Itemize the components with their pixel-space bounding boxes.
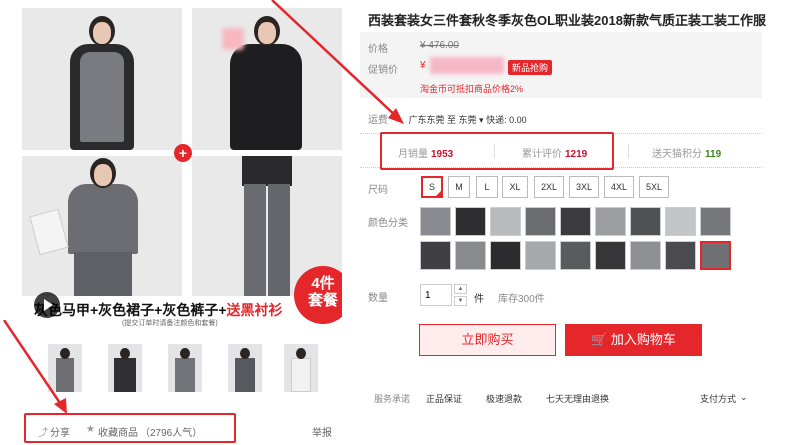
thumbnail[interactable] <box>168 344 202 392</box>
color-swatch[interactable] <box>525 207 556 236</box>
size-option[interactable]: 2XL <box>534 176 564 198</box>
bundle-caption-note: (提交订单时请备注颜色和套餐) <box>122 320 218 327</box>
tmall-points: 送天猫积分 119 <box>652 149 722 160</box>
image-vest <box>22 8 182 150</box>
color-swatch[interactable] <box>420 207 451 236</box>
cart-icon: 🛒 <box>591 332 608 347</box>
annotation-arrow <box>2 320 67 414</box>
color-swatch[interactable] <box>560 241 591 270</box>
service-item[interactable]: 七天无理由退换 <box>546 392 609 405</box>
size-option[interactable]: L <box>476 176 498 198</box>
promo-currency: ¥ <box>420 60 426 71</box>
color-swatch[interactable] <box>595 207 626 236</box>
payment-methods[interactable]: 支付方式 <box>700 392 736 405</box>
shipping-route[interactable]: 广东东莞 至 东莞 <box>409 115 477 125</box>
product-title: 西装套装女三件套秋冬季灰色OL职业装2018新款气质正装工装工作服 <box>368 13 766 28</box>
chevron-down-icon[interactable]: ⌄ <box>740 392 748 403</box>
size-option[interactable]: M <box>448 176 470 198</box>
size-option[interactable]: 3XL <box>569 176 599 198</box>
video-play-icon[interactable] <box>34 292 60 318</box>
thumbnail[interactable] <box>228 344 262 392</box>
service-item[interactable]: 极速退款 <box>486 392 522 405</box>
size-option[interactable]: 5XL <box>639 176 669 198</box>
chevron-down-icon[interactable]: ▾ <box>479 115 484 125</box>
coin-note[interactable]: 淘金币可抵扣商品价格2% <box>420 82 523 95</box>
bundle-caption: 灰色马甲+灰色裙子+灰色裤子+送黑衬衫 <box>34 302 283 318</box>
size-option[interactable]: XL <box>502 176 528 198</box>
annotation-arrow <box>271 0 404 124</box>
color-swatch[interactable] <box>630 207 661 236</box>
quantity-input[interactable] <box>420 284 452 306</box>
promo-price-blurred <box>430 57 504 74</box>
original-price: ¥ 476.00 <box>420 40 459 51</box>
color-swatch[interactable] <box>595 241 626 270</box>
service-item[interactable]: 正品保证 <box>426 392 462 405</box>
report-link[interactable]: 举报 <box>312 424 332 439</box>
color-label: 颜色分类 <box>368 218 408 229</box>
blurred-mark <box>222 28 244 50</box>
price-box: 价格 ¥ 476.00 促销价 ¥ 新品抢购 淘金币可抵扣商品价格2% <box>360 32 762 98</box>
color-swatch[interactable] <box>420 241 451 270</box>
stock-count: 库存300件 <box>498 294 545 305</box>
color-swatch[interactable] <box>455 241 486 270</box>
color-swatch[interactable] <box>525 241 556 270</box>
color-swatch[interactable] <box>490 241 521 270</box>
stats-divider <box>628 144 629 158</box>
color-swatch[interactable] <box>560 207 591 236</box>
quantity-unit: 件 <box>474 294 484 305</box>
color-swatch[interactable] <box>700 207 731 236</box>
highlight-box-stats <box>380 132 614 170</box>
quantity-increase[interactable]: ▲ <box>454 284 467 294</box>
size-option[interactable]: S <box>421 176 443 198</box>
promo-tag: 新品抢购 <box>508 60 553 75</box>
color-swatch[interactable] <box>455 207 486 236</box>
size-label: 尺码 <box>368 185 388 196</box>
add-to-cart-button[interactable]: 🛒 加入购物车 <box>565 324 702 356</box>
thumbnail[interactable] <box>284 344 318 392</box>
color-swatch[interactable] <box>665 241 696 270</box>
thumbnail[interactable] <box>108 344 142 392</box>
color-swatch[interactable] <box>490 207 521 236</box>
plus-badge: + <box>174 144 192 162</box>
color-swatch[interactable] <box>665 207 696 236</box>
quantity-decrease[interactable]: ▼ <box>454 296 467 306</box>
shipping-express: 快递: 0.00 <box>486 115 527 125</box>
color-swatch-selected[interactable] <box>700 241 731 270</box>
buy-now-button[interactable]: 立即购买 <box>419 324 556 356</box>
service-label: 服务承诺 <box>374 394 411 404</box>
thumbnail-strip <box>48 344 338 394</box>
size-option[interactable]: 4XL <box>604 176 634 198</box>
color-swatch[interactable] <box>630 241 661 270</box>
quantity-label: 数量 <box>368 293 388 304</box>
image-skirt <box>22 156 182 296</box>
